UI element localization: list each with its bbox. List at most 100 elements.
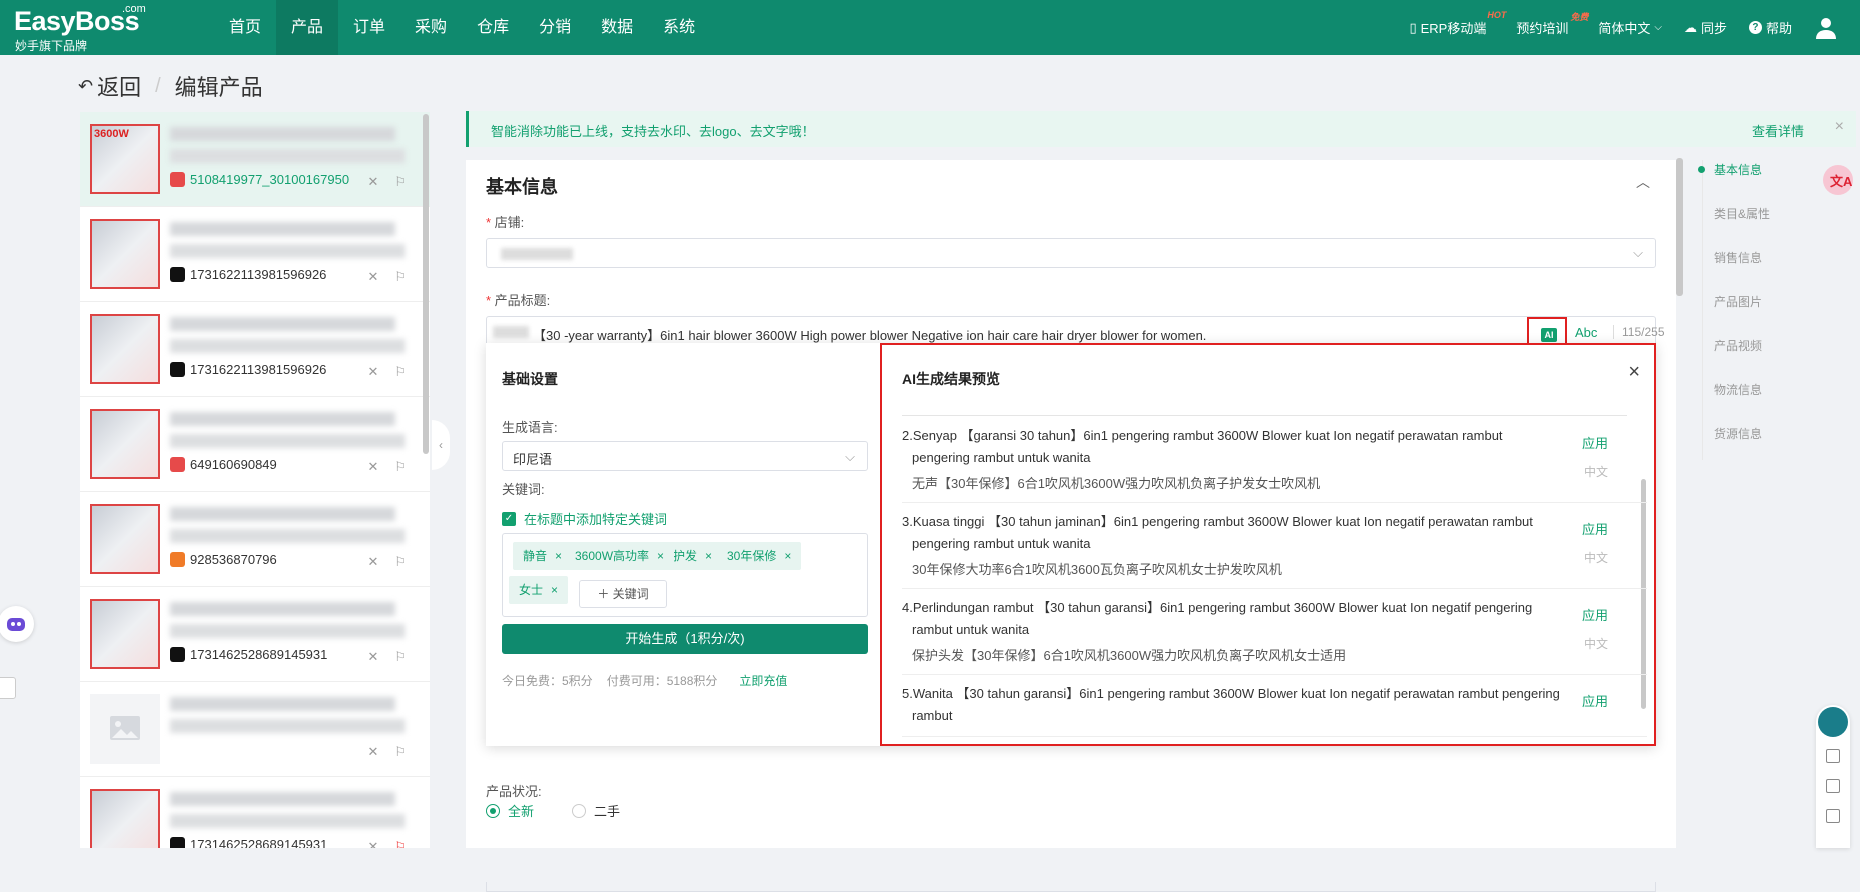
result-translation: 无声【30年保修】6合1吹风机3600W强力吹风机负离子护发女士吹风机	[912, 476, 1321, 491]
close-icon[interactable]: ×	[1628, 361, 1640, 384]
flag-icon[interactable]: ⚐	[394, 744, 406, 760]
product-list-item[interactable]: 1731622113981596926 ✕ ⚐	[80, 302, 430, 397]
apply-button[interactable]: 应用	[1582, 519, 1608, 538]
flag-icon[interactable]: ⚐	[394, 649, 406, 665]
apply-button[interactable]: 应用	[1582, 605, 1608, 624]
erp-mobile-link[interactable]: ▯ ERP移动端 HOT	[1409, 10, 1506, 37]
remove-icon[interactable]: ✕	[367, 649, 378, 665]
add-keyword-checkbox[interactable]: ✓ 在标题中添加特定关键词	[502, 509, 667, 528]
main-scrollbar[interactable]	[1676, 158, 1683, 296]
flag-icon[interactable]: ⚐	[394, 554, 406, 570]
anchor-link[interactable]: 物流信息	[1710, 380, 1770, 424]
condition-used-radio[interactable]: 二手	[572, 801, 620, 820]
condition-new-radio[interactable]: 全新	[486, 801, 534, 820]
chevron-up-icon[interactable]: ︿	[1636, 172, 1650, 192]
product-list-scrollbar[interactable]	[423, 114, 429, 454]
notice-text: 智能消除功能已上线，支持去水印、去logo、去文字哦！	[491, 124, 815, 139]
remove-tag-icon[interactable]: ×	[657, 549, 664, 563]
start-generate-button[interactable]: 开始生成（1积分/次)	[502, 624, 868, 654]
nav-item[interactable]: 首页	[214, 0, 276, 55]
nav-item[interactable]: 数据	[586, 0, 648, 55]
nav-item[interactable]: 仓库	[462, 0, 524, 55]
keyword-tags: 女士 × 30年保修 × 护发 × 3600W高功率 × 静音 × ＋ 关键词	[502, 533, 868, 617]
condition-used-label: 二手	[594, 804, 621, 819]
generate-language-select[interactable]: 印尼语 ⌵	[502, 441, 868, 471]
brand-logo[interactable]: EasyBoss .com 妙手旗下品牌	[14, 3, 154, 53]
translate-zh-button[interactable]: 中文	[1584, 549, 1608, 566]
refresh-icon[interactable]	[1826, 809, 1840, 823]
anchor-link[interactable]: 产品视频	[1710, 336, 1770, 380]
anchor-link[interactable]: 货源信息	[1710, 424, 1770, 468]
training-link[interactable]: 预约培训 免费	[1516, 12, 1588, 37]
product-list-item[interactable]: ✕ ⚐	[80, 682, 430, 777]
recharge-link[interactable]: 立即充值	[739, 672, 787, 689]
product-list-item[interactable]: 1731622113981596926 ✕ ⚐	[80, 207, 430, 302]
remove-tag-icon[interactable]: ×	[705, 549, 712, 563]
remove-icon[interactable]: ✕	[367, 364, 378, 380]
translate-zh-button[interactable]: 中文	[1584, 635, 1608, 652]
notice-details-link[interactable]: 查看详情	[1752, 121, 1804, 140]
chat-icon[interactable]	[1826, 779, 1840, 793]
ai-title-popup: 基础设置 生成语言: 印尼语 ⌵ 关键词: ✓ 在标题中添加特定关键词 女士 × 3…	[486, 343, 1656, 746]
remove-tag-icon[interactable]: ×	[555, 549, 562, 563]
anchor-link[interactable]: 销售信息	[1710, 248, 1770, 292]
chevron-down-icon: ⌵	[1654, 22, 1662, 33]
product-list-item[interactable]: 1731462528689145931 ✕ ⚐	[80, 777, 430, 848]
nav-item[interactable]: 订单	[338, 0, 400, 55]
anchor-link[interactable]: 类目&属性	[1710, 204, 1770, 248]
page-title: 编辑产品	[174, 75, 263, 100]
collapse-list-button[interactable]: ‹	[432, 420, 450, 470]
platform-icon	[170, 837, 185, 848]
close-icon[interactable]: ×	[1835, 118, 1844, 136]
anchor-link[interactable]: 基本信息	[1697, 160, 1770, 204]
shop-select[interactable]: ⌵	[486, 238, 1656, 268]
flag-icon[interactable]: ⚐	[394, 839, 406, 848]
support-avatar-icon[interactable]	[1818, 707, 1848, 737]
product-list-item[interactable]: 3600W 5108419977_30100167950 ✕ ⚐	[80, 112, 430, 207]
nav-item[interactable]: 系统	[648, 0, 710, 55]
remove-tag-icon[interactable]: ×	[551, 583, 558, 597]
title-blurred	[170, 529, 405, 543]
help-button[interactable]: ? 帮助	[1748, 18, 1792, 37]
flag-icon[interactable]: ⚐	[394, 269, 406, 285]
anchor-link[interactable]: 产品图片	[1710, 292, 1770, 336]
remove-icon[interactable]: ✕	[367, 174, 378, 190]
product-list-item[interactable]: 1731462528689145931 ✕ ⚐	[80, 587, 430, 682]
back-button[interactable]: ↶ 返回	[78, 70, 141, 102]
add-keyword-button[interactable]: ＋ 关键词	[579, 580, 667, 608]
remove-icon[interactable]: ✕	[367, 554, 378, 570]
platform-icon	[170, 172, 185, 187]
apply-button[interactable]: 应用	[1582, 691, 1608, 710]
language-select[interactable]: 简体中文 ⌵	[1598, 18, 1662, 37]
remove-icon[interactable]: ✕	[367, 839, 378, 848]
flag-icon[interactable]: ⚐	[394, 174, 406, 190]
keyword-tag: 静音 ×	[513, 542, 573, 570]
flag-icon[interactable]: ⚐	[394, 364, 406, 380]
product-list-item[interactable]: 649160690849 ✕ ⚐	[80, 397, 430, 492]
translate-zh-button[interactable]: 中文	[1584, 463, 1608, 480]
translate-button[interactable]: 文A	[1823, 165, 1853, 195]
robot-assistant-icon[interactable]	[0, 606, 34, 642]
flag-icon[interactable]: ⚐	[394, 459, 406, 475]
product-list-item[interactable]: 928536870796 ✕ ⚐	[80, 492, 430, 587]
remove-tag-icon[interactable]: ×	[784, 549, 791, 563]
question-icon[interactable]	[1826, 749, 1840, 763]
title-blurred	[170, 434, 405, 448]
user-icon[interactable]	[1814, 16, 1838, 40]
radio-unchecked-icon	[572, 803, 586, 818]
title-prefix-blurred	[493, 326, 529, 338]
nav-item[interactable]: 分销	[524, 0, 586, 55]
language-value: 印尼语	[513, 452, 553, 467]
sync-label: 同步	[1700, 21, 1727, 36]
apply-button[interactable]: 应用	[1582, 433, 1608, 452]
nav-item[interactable]: 采购	[400, 0, 462, 55]
sync-button[interactable]: ☁ 同步	[1684, 18, 1727, 37]
remove-icon[interactable]: ✕	[367, 269, 378, 285]
breadcrumb-separator: /	[155, 74, 161, 97]
notes-icon[interactable]	[0, 677, 16, 699]
nav-item[interactable]: 产品	[276, 0, 339, 55]
platform-icon	[170, 362, 185, 377]
remove-icon[interactable]: ✕	[367, 459, 378, 475]
remove-icon[interactable]: ✕	[367, 744, 378, 760]
case-toggle-button[interactable]: Abc	[1575, 325, 1597, 340]
